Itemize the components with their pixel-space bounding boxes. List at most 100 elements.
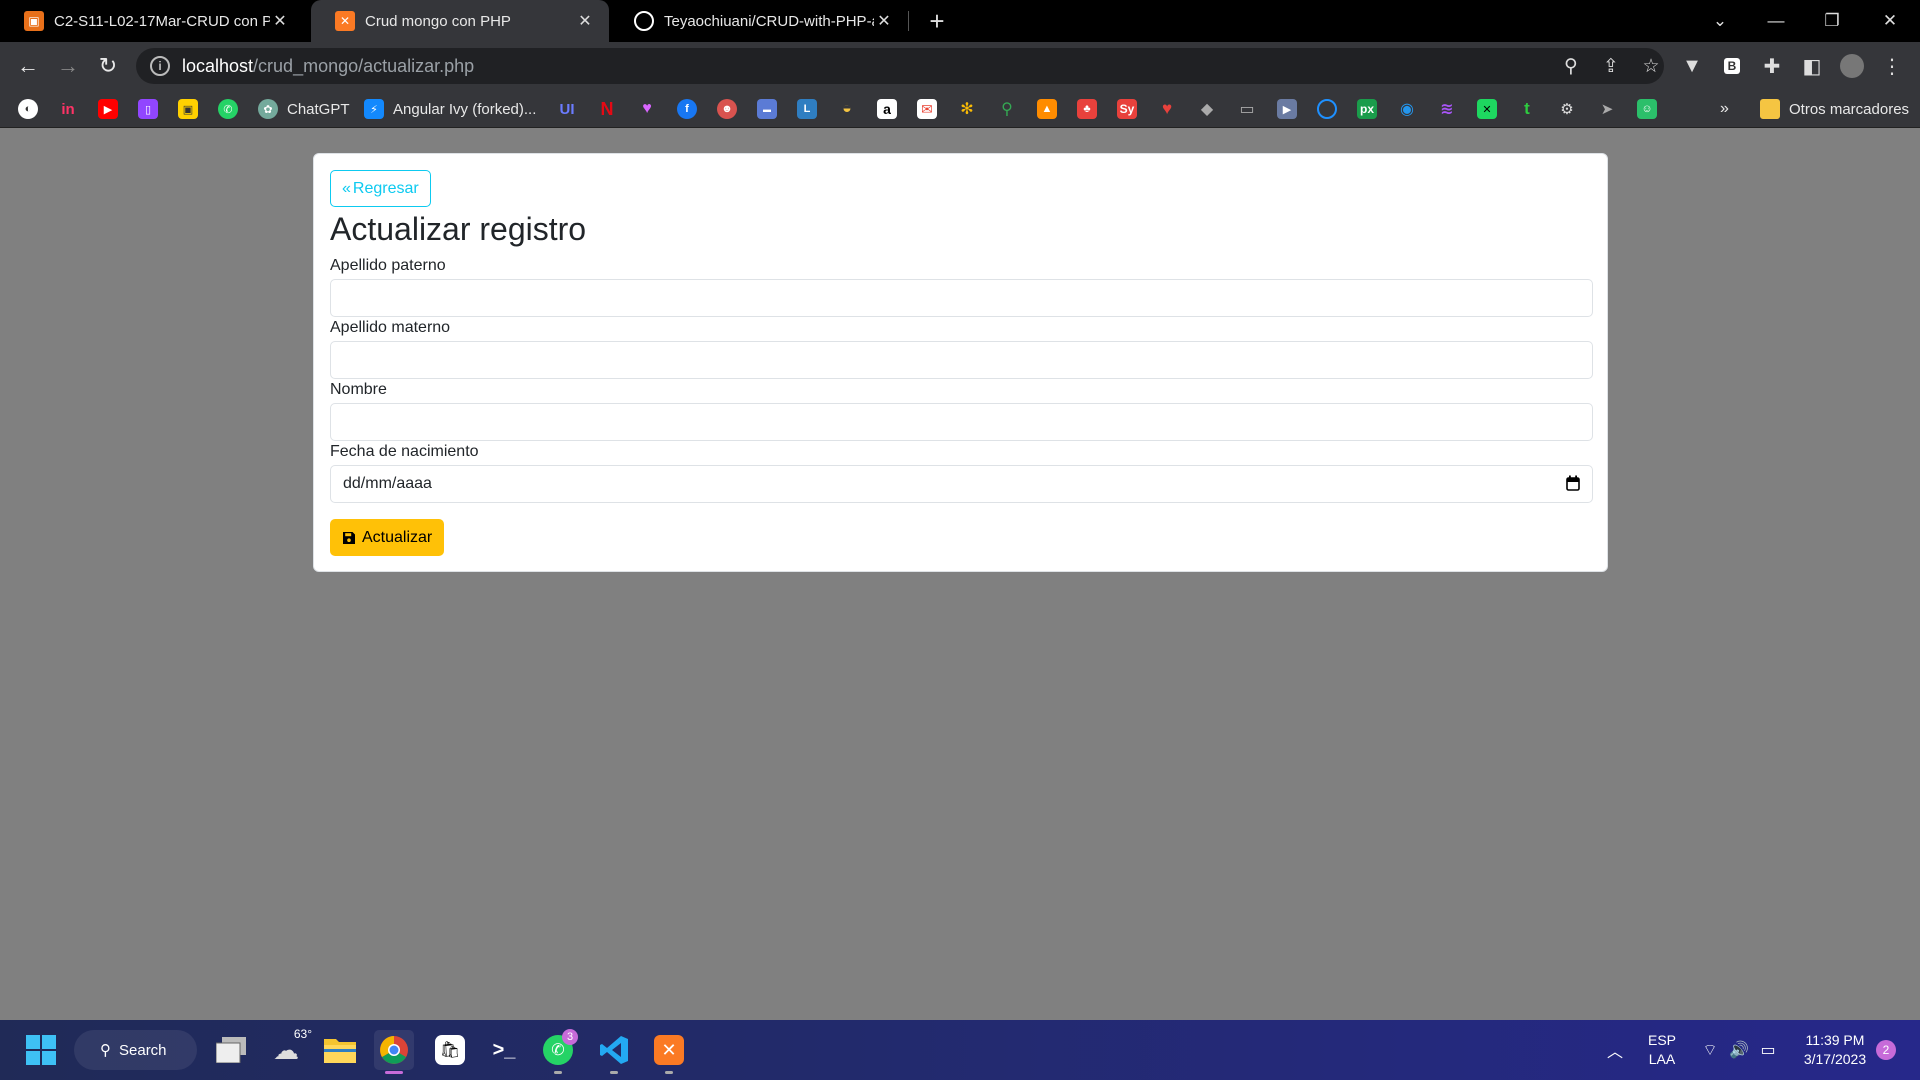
bookmark-stack[interactable]: ◆	[1197, 98, 1217, 120]
extensions-puzzle-icon[interactable]: ✚	[1758, 52, 1786, 80]
tray-chevron-icon[interactable]: ︿	[1600, 1030, 1630, 1070]
bookmark-green[interactable]: ☺	[1637, 98, 1657, 120]
bookmark-gear[interactable]: ⚙	[1557, 98, 1577, 120]
tab-github[interactable]: Teyaochiuani/CRUD-with-PHP-an ✕	[610, 0, 908, 42]
robot-icon: ☺	[1637, 99, 1657, 119]
bookmark-youtube[interactable]: ▶	[98, 98, 118, 120]
system-clock[interactable]: 11:39 PM 3/17/2023	[1790, 1031, 1880, 1069]
bookmark-netflix[interactable]: N	[597, 98, 617, 120]
other-bookmarks[interactable]: Otros marcadores	[1760, 98, 1909, 120]
chrome-app[interactable]	[374, 1030, 414, 1074]
bookmarks-bar: ◐ in ▶ ▯ ▣ ✆ ✿ ChatGPT ⚡ Angular Ivy (fork…	[0, 90, 1920, 128]
restore-button[interactable]: ❐	[1804, 0, 1860, 42]
store-app[interactable]: 🛍	[430, 1030, 470, 1070]
ui-icon: UI	[559, 100, 575, 118]
screen-icon: ▭	[1239, 101, 1255, 118]
minimize-button[interactable]: —	[1748, 0, 1804, 42]
stackblitz-icon: ⚡	[364, 99, 384, 119]
apellido-materno-input[interactable]	[330, 341, 1593, 379]
back-button[interactable]: « Regresar	[330, 170, 431, 207]
profile-avatar[interactable]	[1838, 52, 1866, 80]
stack-icon: ◆	[1200, 101, 1214, 118]
bookmark-globe[interactable]: ◐	[18, 98, 38, 120]
bookmark-docker[interactable]: ◉	[1397, 98, 1417, 120]
close-icon[interactable]: ✕	[575, 11, 595, 31]
bookmark-invision[interactable]: in	[58, 98, 78, 120]
share-icon[interactable]: ⇪	[1594, 48, 1628, 84]
close-window-button[interactable]: ✕	[1862, 0, 1918, 42]
bookmark-px[interactable]: px	[1357, 98, 1377, 120]
back-arrow-icon[interactable]: ←	[12, 50, 44, 82]
bookmark-clock[interactable]	[1317, 98, 1337, 120]
site-info-icon[interactable]: i	[150, 56, 170, 76]
bookmarks-overflow[interactable]: »	[1720, 98, 1729, 120]
battery-icon[interactable]: ▭	[1753, 1030, 1783, 1070]
bookmark-x[interactable]: ✕	[1477, 98, 1497, 120]
tab-crud-mongo[interactable]: ✕ Crud mongo con PHP ✕	[311, 0, 609, 42]
nombre-input[interactable]	[330, 403, 1593, 441]
notification-badge[interactable]: 2	[1876, 1040, 1896, 1060]
wifi-icon[interactable]: ⌔	[1695, 1030, 1725, 1070]
bookmark-facebook[interactable]: f	[677, 98, 697, 120]
b-extension-icon[interactable]: B	[1718, 52, 1746, 80]
bookmark-screen[interactable]: ▭	[1237, 98, 1257, 120]
bookmark-udemy[interactable]: ▬	[757, 98, 777, 120]
vpn-extension-icon[interactable]: ▼	[1678, 52, 1706, 80]
folder-icon	[324, 1039, 356, 1063]
bookmark-maps[interactable]: ⚲	[997, 98, 1017, 120]
browser-menu-icon[interactable]: ⋮	[1878, 52, 1906, 80]
xampp-app[interactable]: ✕	[649, 1030, 689, 1074]
bookmark-t[interactable]: t	[1517, 98, 1537, 120]
bookmark-star-icon[interactable]: ☆	[1634, 48, 1668, 84]
bookmark-orange[interactable]: ▲	[1037, 98, 1057, 120]
actualizar-button[interactable]: Actualizar	[330, 519, 445, 556]
task-view-button[interactable]	[211, 1030, 251, 1070]
bookmark-gmail[interactable]: ✉	[917, 98, 937, 120]
bookmark-powerapps[interactable]: ▶	[1277, 98, 1297, 120]
bookmark-l[interactable]: L	[797, 98, 817, 120]
bookmark-photos[interactable]: ▣	[178, 98, 198, 120]
zoom-icon[interactable]: ⚲	[1554, 48, 1588, 84]
apellido-paterno-input[interactable]	[330, 279, 1593, 317]
calendar-icon[interactable]	[1566, 475, 1580, 491]
input-language[interactable]: ESP LAA	[1644, 1031, 1680, 1069]
close-icon[interactable]: ✕	[874, 11, 894, 31]
url-host: localhost	[182, 55, 254, 76]
bookmark-tree[interactable]: ♣	[1077, 98, 1097, 120]
bookmark-heart[interactable]: ♥	[1157, 98, 1177, 120]
bookmark-ui[interactable]: UI	[557, 98, 577, 120]
weather-widget[interactable]: ☁ 63°	[266, 1027, 312, 1070]
start-button[interactable]	[21, 1030, 61, 1070]
forward-arrow-icon[interactable]: →	[52, 50, 84, 82]
volume-icon[interactable]: 🔊	[1724, 1030, 1754, 1070]
file-explorer-app[interactable]	[320, 1030, 360, 1070]
actualizar-button-label: Actualizar	[362, 528, 433, 546]
image-icon: ▣	[178, 99, 198, 119]
fecha-nacimiento-input[interactable]: dd/mm/aaaa	[330, 465, 1593, 503]
bookmark-food[interactable]: ◒	[837, 98, 857, 120]
bookmark-angular[interactable]: ⚡ Angular Ivy (forked)...	[364, 98, 536, 120]
vscode-app[interactable]	[594, 1030, 634, 1074]
address-bar[interactable]: i localhost /crud_mongo/actualizar.php ⚲…	[136, 48, 1664, 84]
reload-icon[interactable]: ↻	[92, 50, 124, 82]
bookmark-sy[interactable]: Sy	[1117, 98, 1137, 120]
page-title: Actualizar registro	[330, 211, 587, 247]
tab-slides[interactable]: ▣ C2-S11-L02-17Mar-CRUD con PHP ✕	[0, 0, 304, 42]
bookmark-stripes[interactable]: ≋	[1437, 98, 1457, 120]
bookmark-twitch[interactable]: ▯	[138, 98, 158, 120]
bookmark-amazon[interactable]: a	[877, 98, 897, 120]
bookmark-send[interactable]: ➤	[1597, 98, 1617, 120]
tab-search-chevron-icon[interactable]: ⌄	[1692, 0, 1748, 42]
terminal-app[interactable]: >_	[484, 1030, 524, 1070]
taskbar-search[interactable]: ⚲ Search	[74, 1030, 197, 1070]
close-icon[interactable]: ✕	[270, 11, 290, 31]
side-panel-icon[interactable]: ◧	[1798, 52, 1826, 80]
gear-icon: ⚙	[1560, 101, 1574, 118]
new-tab-button[interactable]: +	[922, 6, 952, 37]
bookmark-pinwheel[interactable]: ✻	[957, 98, 977, 120]
whatsapp-app[interactable]: ✆ 3	[538, 1029, 578, 1074]
bookmark-chatgpt[interactable]: ✿ ChatGPT	[258, 98, 350, 120]
bookmark-whatsapp[interactable]: ✆	[218, 98, 238, 120]
bookmark-vue[interactable]: ♥	[637, 98, 657, 120]
bookmark-avatar[interactable]: ☻	[717, 98, 737, 120]
